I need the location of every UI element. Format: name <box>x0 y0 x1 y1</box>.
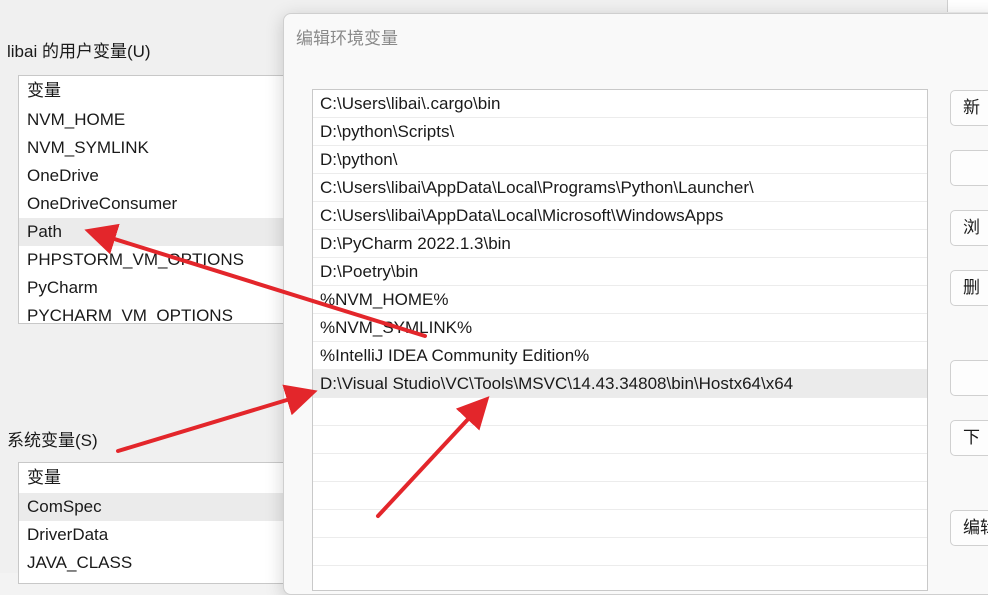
path-entry[interactable]: D:\python\Scripts\ <box>313 118 927 146</box>
new-button[interactable]: 新 <box>950 90 988 126</box>
empty-row[interactable] <box>313 482 927 510</box>
path-entry[interactable]: D:\python\ <box>313 146 927 174</box>
edit-env-variable-dialog: 编辑环境变量 C:\Users\libai\.cargo\bin D:\pyth… <box>283 13 988 595</box>
move-down-button[interactable]: 下 <box>950 420 988 456</box>
list-item-path-selected[interactable]: Path <box>19 218 299 246</box>
browse-button[interactable]: 浏 <box>950 210 988 246</box>
path-entry[interactable]: %NVM_HOME% <box>313 286 927 314</box>
empty-row[interactable] <box>313 398 927 426</box>
user-variables-list[interactable]: 变量 NVM_HOME NVM_SYMLINK OneDrive OneDriv… <box>18 75 300 324</box>
empty-row[interactable] <box>313 538 927 566</box>
dialog-title: 编辑环境变量 <box>296 29 398 48</box>
path-entry[interactable]: %NVM_SYMLINK% <box>313 314 927 342</box>
system-variables-label: 系统变量(S) <box>7 431 98 450</box>
user-variables-label: libai 的用户变量(U) <box>7 42 151 61</box>
list-item[interactable]: OneDriveConsumer <box>19 190 299 218</box>
move-up-button[interactable] <box>950 360 988 396</box>
path-entry[interactable]: %IntelliJ IDEA Community Edition% <box>313 342 927 370</box>
path-entry-selected[interactable]: D:\Visual Studio\VC\Tools\MSVC\14.43.348… <box>313 370 927 398</box>
list-item[interactable]: PyCharm <box>19 274 299 302</box>
path-entry[interactable]: C:\Users\libai\.cargo\bin <box>313 90 927 118</box>
edit-text-button[interactable]: 编辑 <box>950 510 988 546</box>
user-variables-header[interactable]: 变量 <box>19 76 299 106</box>
list-item[interactable]: NVM_SYMLINK <box>19 134 299 162</box>
list-item[interactable]: OneDrive <box>19 162 299 190</box>
list-item[interactable]: PYCHARM_VM_OPTIONS <box>19 302 299 323</box>
list-item[interactable]: NVM_HOME <box>19 106 299 134</box>
system-variables-list[interactable]: 变量 ComSpec DriverData JAVA_CLASS <box>18 462 300 584</box>
system-variables-header[interactable]: 变量 <box>19 463 299 493</box>
list-item[interactable]: DriverData <box>19 521 299 549</box>
path-entry[interactable]: D:\Poetry\bin <box>313 258 927 286</box>
delete-button[interactable]: 删 <box>950 270 988 306</box>
empty-row[interactable] <box>313 426 927 454</box>
path-entries-list[interactable]: C:\Users\libai\.cargo\bin D:\python\Scri… <box>312 89 928 591</box>
edit-button[interactable] <box>950 150 988 186</box>
path-entry[interactable]: D:\PyCharm 2022.1.3\bin <box>313 230 927 258</box>
list-item[interactable]: PHPSTORM_VM_OPTIONS <box>19 246 299 274</box>
path-entry[interactable]: C:\Users\libai\AppData\Local\Programs\Py… <box>313 174 927 202</box>
background-window-edge <box>947 0 988 12</box>
empty-row[interactable] <box>313 454 927 482</box>
path-entry[interactable]: C:\Users\libai\AppData\Local\Microsoft\W… <box>313 202 927 230</box>
empty-row[interactable] <box>313 510 927 538</box>
list-item[interactable]: ComSpec <box>19 493 299 521</box>
